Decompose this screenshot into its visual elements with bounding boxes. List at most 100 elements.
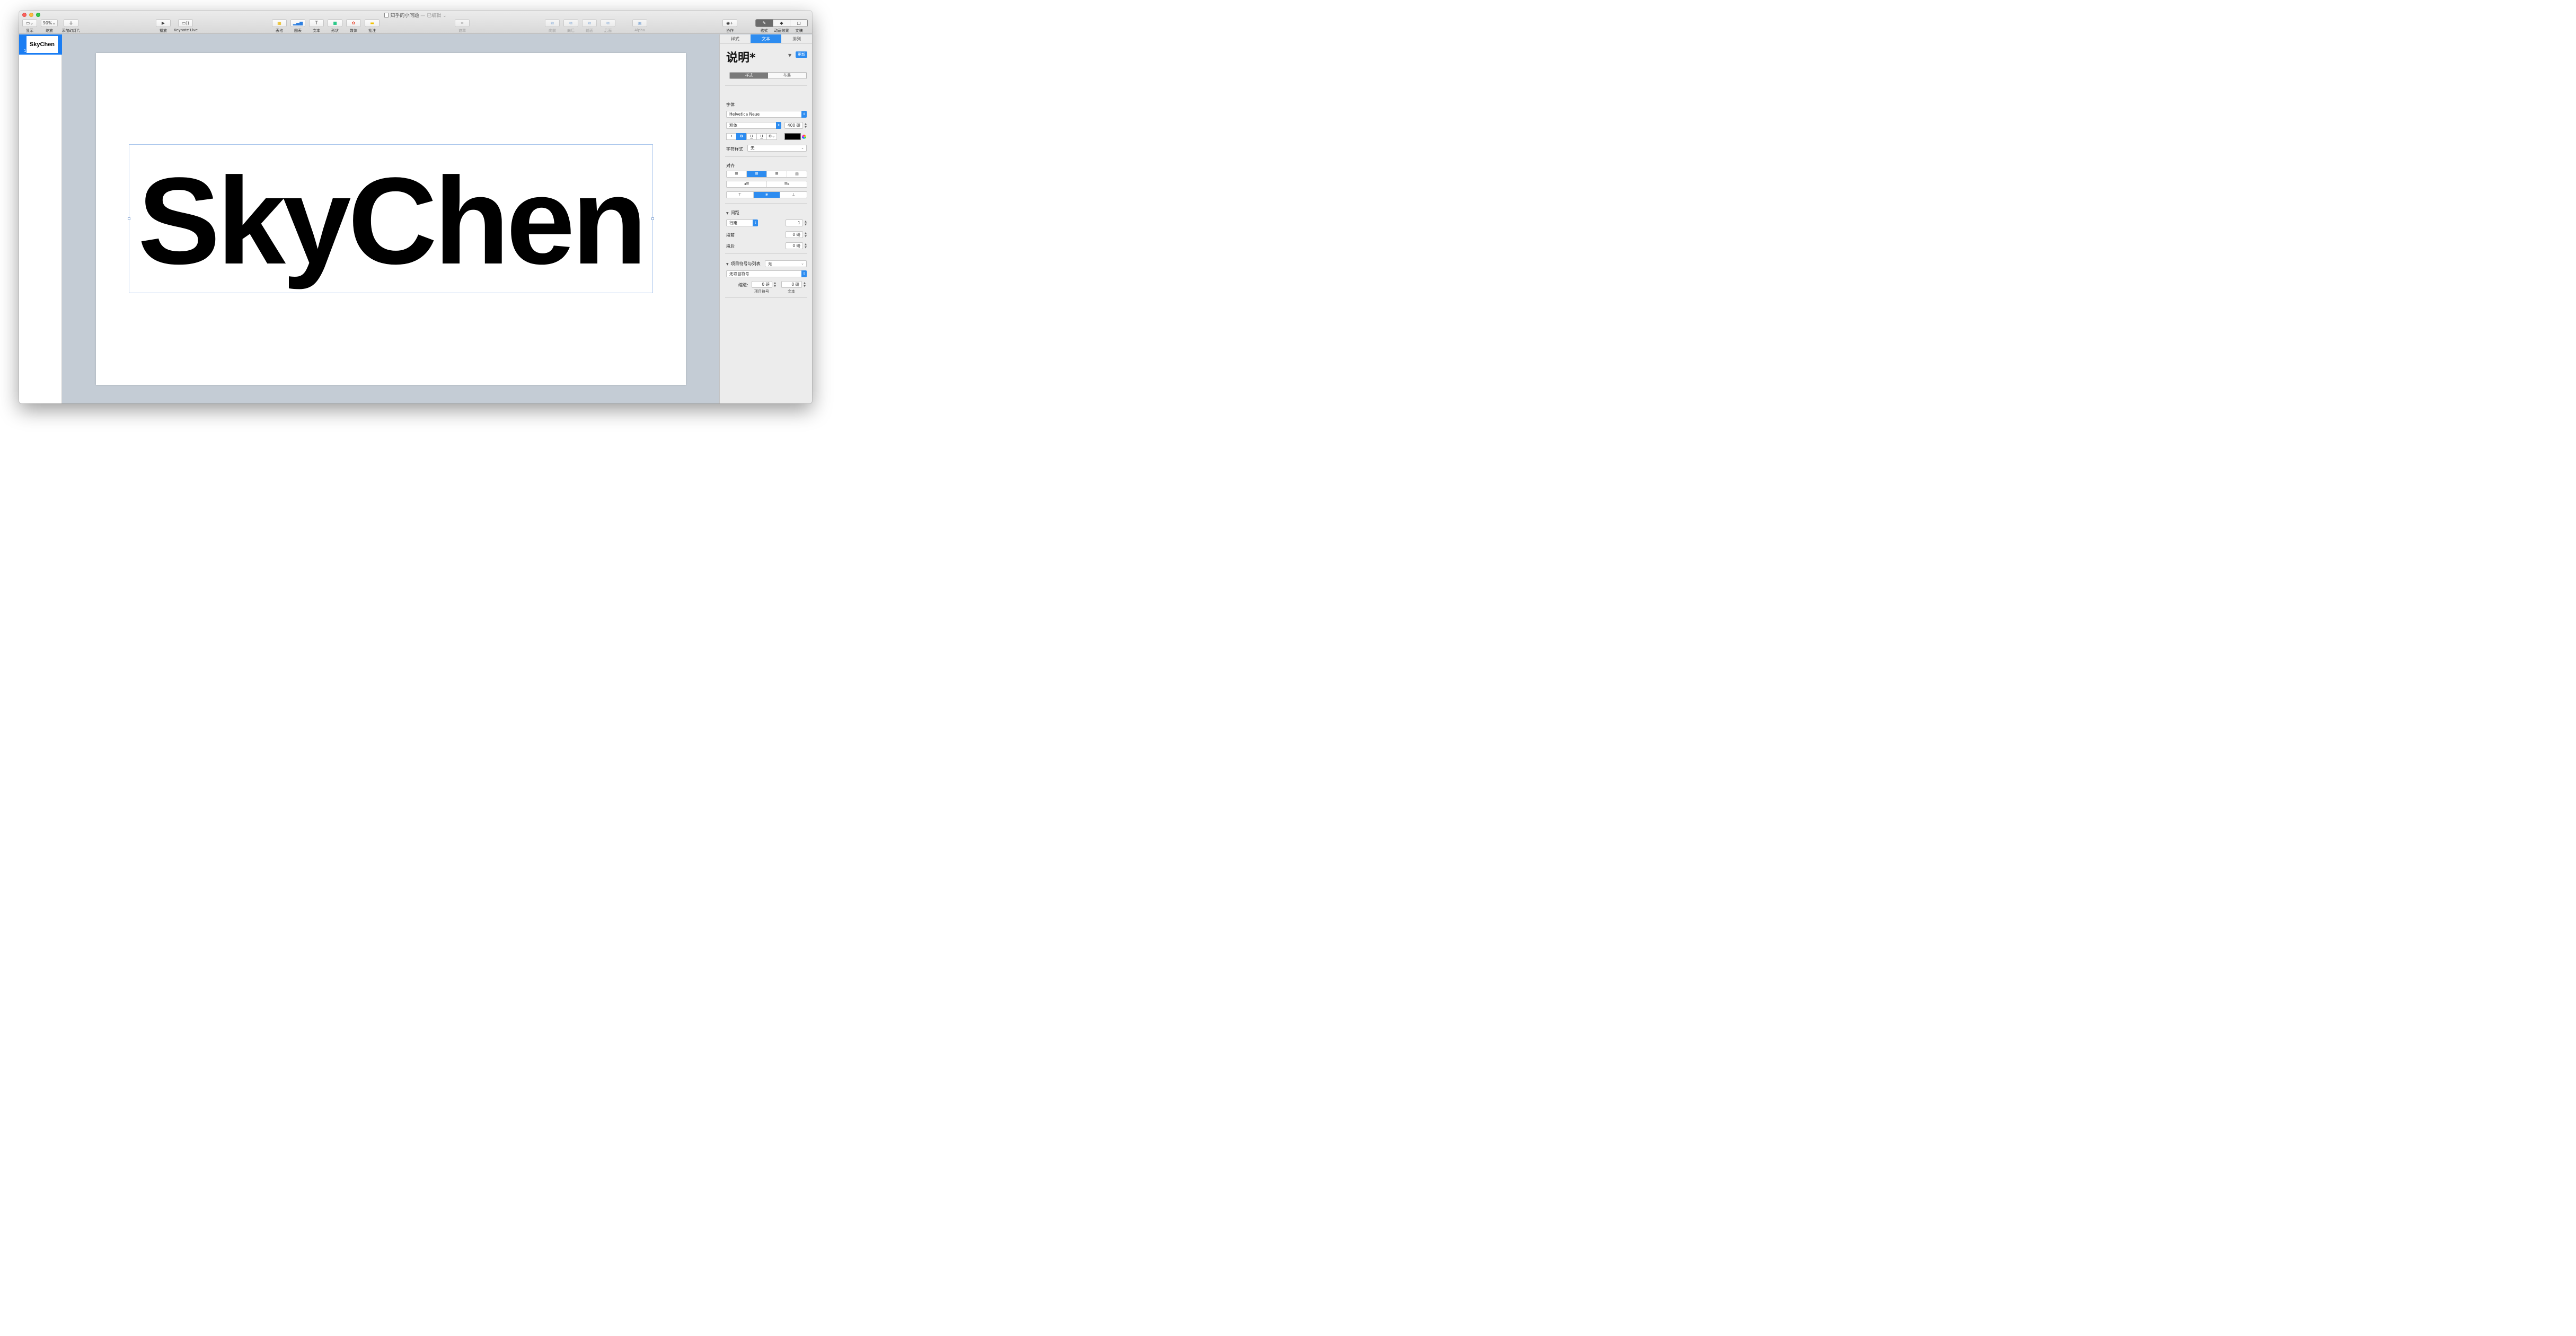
space-before-field[interactable]: 0 磅 [786, 231, 803, 238]
zoom-button[interactable]: 90% ⌄ 缩放 [41, 19, 58, 33]
increase-indent-icon[interactable]: ☰▸ [766, 181, 807, 187]
text-label: 文本 [313, 29, 320, 33]
chart-button[interactable]: ▂▄▆ 图表 [290, 19, 305, 33]
align-middle-icon[interactable]: ⋇ [753, 192, 780, 198]
align-center-icon[interactable]: ☰ [746, 171, 766, 177]
send-backward-label: 向后 [567, 29, 575, 33]
align-bottom-icon[interactable]: ⊥ [780, 192, 807, 198]
horizontal-alignment-control: ☰ ☰ ☰ ▤ [726, 171, 807, 178]
justify-icon[interactable]: ▤ [787, 171, 807, 177]
collaborate-button[interactable]: ◉+ 协作 [722, 19, 737, 33]
document-icon[interactable]: ▢ [790, 20, 807, 27]
text-subtabs: 样式 布局 [729, 72, 807, 79]
indent-label: 缩进: [738, 283, 748, 287]
tab-arrange[interactable]: 排列 [781, 34, 812, 43]
italic-button[interactable]: U [746, 133, 757, 140]
tab-style[interactable]: 样式 [720, 34, 751, 43]
bullet-indent-caption: 项目符号 [754, 289, 769, 294]
shape-button[interactable]: ■ 形状 [328, 19, 342, 33]
bold-button[interactable]: B [736, 133, 747, 140]
send-to-back-icon: ⧉ [601, 19, 615, 27]
media-button[interactable]: ✿ 媒体 [346, 19, 361, 33]
text-color-well[interactable] [784, 133, 801, 140]
indent-control: ◂☰ ☰▸ [726, 181, 807, 188]
chart-label: 图表 [294, 29, 302, 33]
chevron-down-icon: ⌄ [801, 261, 804, 266]
divider [725, 156, 807, 157]
underline-button[interactable]: U [756, 133, 767, 140]
chevron-updown-icon: ⇕ [753, 219, 758, 226]
bring-forward-button[interactable]: ⧉ 向前 [545, 19, 560, 33]
line-spacing-field[interactable]: 1 [786, 219, 803, 226]
line-spacing-stepper[interactable]: ▲ ▼ [804, 220, 807, 227]
bring-to-front-label: 前面 [586, 29, 593, 33]
selected-text-box[interactable]: SkyChen [128, 144, 654, 293]
space-after-field[interactable]: 0 磅 [786, 242, 803, 249]
chevron-down-icon[interactable]: ⌄ [441, 13, 447, 19]
spacing-section-label[interactable]: ▼ 间距 [726, 210, 739, 216]
slide-text[interactable]: SkyChen [129, 145, 652, 293]
paragraph-style-name[interactable]: 说明* [726, 48, 756, 65]
disclosure-triangle-icon[interactable]: ▼ [788, 53, 791, 58]
list-style-select[interactable]: 无 ⌄ [765, 260, 807, 267]
inspector-switcher: ✎ ◆ ▢ 格式 动画效果 文稿 [755, 19, 808, 33]
add-slide-button[interactable]: + 添加幻灯片 [61, 19, 81, 33]
color-wheel-icon[interactable] [802, 135, 806, 139]
send-backward-button[interactable]: ⧉ 向后 [563, 19, 578, 33]
table-button[interactable]: ▦ 表格 [272, 19, 287, 33]
bullet-indent-field[interactable]: 0 磅 [752, 281, 772, 288]
left-resize-handle[interactable] [128, 217, 130, 220]
font-style-buttons: • B U U ⚙⌄ [726, 133, 777, 140]
font-size-field[interactable]: 400 磅 [784, 122, 803, 129]
chevron-updown-icon: ⇕ [801, 270, 807, 277]
space-after-stepper[interactable]: ▲ ▼ [804, 243, 807, 250]
subtab-style[interactable]: 样式 [730, 73, 768, 78]
divider [725, 253, 807, 254]
zoom-value: 90% ⌄ [41, 19, 58, 27]
slide-canvas[interactable]: SkyChen [96, 53, 686, 385]
font-section-label: 字体 [726, 102, 735, 107]
character-style-label: 字符样式 [726, 147, 743, 152]
play-button[interactable]: ▶ 播放 [156, 19, 171, 33]
comment-button[interactable]: ▬ 批注 [365, 19, 380, 33]
text-icon: T [309, 19, 324, 27]
view-button[interactable]: ▭⌄ 显示 [22, 19, 37, 33]
slide-thumbnail[interactable]: SkyChen [27, 36, 58, 53]
space-before-stepper[interactable]: ▲ ▼ [804, 232, 807, 239]
line-spacing-select[interactable]: 行距 ⇕ [726, 219, 758, 226]
text-button[interactable]: T 文本 [309, 19, 324, 33]
send-to-back-label: 后面 [604, 29, 612, 33]
bullet-button[interactable]: • [726, 133, 737, 140]
subtab-layout[interactable]: 布局 [768, 73, 806, 78]
character-style-select[interactable]: 无 ⌄ [747, 145, 807, 152]
gear-icon[interactable]: ⚙⌄ [766, 133, 777, 140]
keynote-live-button[interactable]: ▭)) Keynote Live [174, 19, 198, 32]
bullets-section-label[interactable]: ▼ 项目符号与列表 [726, 261, 761, 267]
decrease-indent-icon[interactable]: ◂☰ [727, 181, 766, 187]
collaborate-icon: ◉+ [722, 19, 737, 27]
mask-button[interactable]: ⌗ 遮罩 [455, 19, 470, 33]
text-indent-stepper[interactable]: ▲ ▼ [803, 282, 806, 288]
align-right-icon[interactable]: ☰ [766, 171, 787, 177]
update-style-button[interactable]: 更新 [796, 51, 807, 58]
typeface-select[interactable]: 粗体 ⇕ [726, 122, 781, 129]
animate-icon[interactable]: ◆ [772, 20, 790, 27]
tab-text[interactable]: 文本 [751, 34, 781, 43]
bullet-style-select[interactable]: 无项目符号 ⇕ [726, 270, 807, 277]
font-family-select[interactable]: Helvetica Neue ⇕ [726, 111, 807, 118]
align-left-icon[interactable]: ☰ [727, 171, 746, 177]
bullet-indent-stepper[interactable]: ▲ ▼ [773, 282, 777, 288]
send-to-back-button[interactable]: ⧉ 后面 [601, 19, 615, 33]
alpha-button[interactable]: ▣ Alpha [632, 19, 647, 32]
chevron-down-icon: ⌄ [801, 146, 804, 150]
bring-to-front-button[interactable]: ⧉ 前面 [582, 19, 597, 33]
slide-thumbnail-selected[interactable]: SkyChen 1 [19, 34, 62, 55]
right-resize-handle[interactable] [651, 217, 654, 220]
text-indent-field[interactable]: 0 磅 [781, 281, 802, 288]
chevron-updown-icon: ⇕ [801, 111, 807, 118]
align-top-icon[interactable]: ⊤ [727, 192, 753, 198]
font-size-stepper[interactable]: ▲ ▼ [804, 122, 807, 129]
divider [725, 85, 807, 86]
paintbrush-icon[interactable]: ✎ [756, 20, 773, 27]
document-status: — 已编辑 [420, 13, 442, 19]
